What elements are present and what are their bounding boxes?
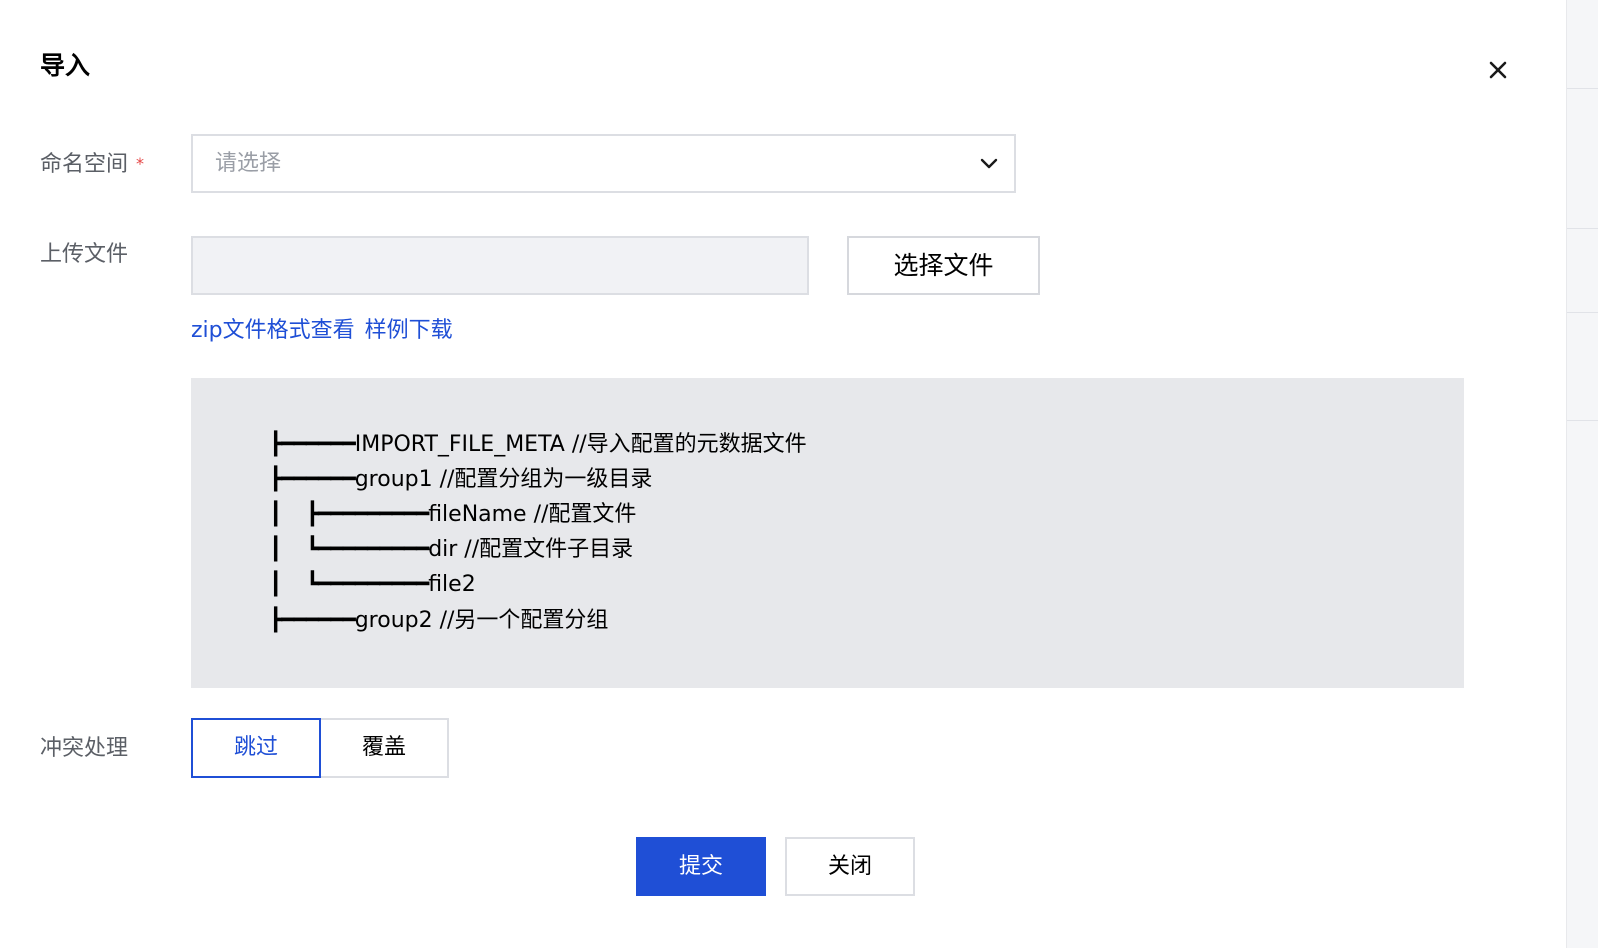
tree-branch-glyph: ┣━━━━━━ bbox=[269, 432, 356, 457]
tree-branch-glyph: ┣━━━━━━ bbox=[269, 467, 356, 492]
namespace-label-row: 命名空间 * bbox=[40, 148, 144, 181]
tree-line: ┃ ┗━━━━━━━━━file2 bbox=[269, 570, 476, 600]
close-dialog-button[interactable]: 关闭 bbox=[785, 837, 915, 896]
tree-line: ┣━━━━━━group1 //配置分组为一级目录 bbox=[269, 465, 652, 495]
edge-divider bbox=[1567, 420, 1598, 421]
tree-branch-glyph: ┃ ┗━━━━━━━━━ bbox=[269, 572, 429, 597]
tree-line-text: dir //配置文件子目录 bbox=[428, 537, 634, 562]
file-path-field bbox=[191, 236, 809, 295]
upload-label: 上传文件 bbox=[40, 242, 129, 267]
tree-line: ┃ ┣━━━━━━━━━fileName //配置文件 bbox=[269, 500, 636, 530]
import-dialog: 导入 命名空间 * 请选择 上传文件 选择文件 zip文件格式查看 样例下载 ┣━━… bbox=[0, 0, 1598, 948]
tree-line: ┣━━━━━━group2 //另一个配置分组 bbox=[269, 606, 608, 636]
choose-file-button[interactable]: 选择文件 bbox=[847, 236, 1040, 295]
tree-branch-glyph: ┣━━━━━━ bbox=[269, 608, 356, 633]
tree-branch-glyph: ┃ ┣━━━━━━━━━ bbox=[269, 502, 429, 527]
dialog-title: 导入 bbox=[40, 51, 91, 80]
close-button[interactable] bbox=[1482, 54, 1514, 86]
tree-line-text: group1 //配置分组为一级目录 bbox=[354, 467, 653, 492]
namespace-label: 命名空间 bbox=[40, 152, 129, 177]
edge-divider bbox=[1567, 312, 1598, 313]
background-scrollbar-edge bbox=[1566, 0, 1598, 948]
submit-button[interactable]: 提交 bbox=[636, 837, 766, 896]
chevron-down-icon bbox=[980, 158, 998, 169]
zip-structure-panel: ┣━━━━━━IMPORT_FILE_META //导入配置的元数据文件 ┣━━… bbox=[191, 378, 1464, 688]
zip-format-link[interactable]: zip文件格式查看 bbox=[191, 318, 355, 343]
tree-line-text: fileName //配置文件 bbox=[428, 502, 637, 527]
skip-option-button[interactable]: 跳过 bbox=[191, 718, 321, 778]
tree-line: ┃ ┗━━━━━━━━━dir //配置文件子目录 bbox=[269, 535, 633, 565]
overwrite-option-button[interactable]: 覆盖 bbox=[319, 718, 449, 778]
tree-line-text: file2 bbox=[428, 572, 476, 597]
sample-download-link[interactable]: 样例下载 bbox=[365, 318, 453, 343]
conflict-segmented-control: 跳过 覆盖 bbox=[191, 718, 449, 778]
edge-divider bbox=[1567, 228, 1598, 229]
required-mark: * bbox=[136, 154, 145, 173]
tree-line-text: IMPORT_FILE_META //导入配置的元数据文件 bbox=[354, 432, 807, 457]
upload-help-links: zip文件格式查看 样例下载 bbox=[191, 314, 453, 348]
edge-divider bbox=[1567, 88, 1598, 89]
tree-branch-glyph: ┃ ┗━━━━━━━━━ bbox=[269, 537, 429, 562]
tree-line: ┣━━━━━━IMPORT_FILE_META //导入配置的元数据文件 bbox=[269, 430, 807, 460]
tree-line-text: group2 //另一个配置分组 bbox=[354, 608, 609, 633]
close-icon bbox=[1489, 61, 1507, 79]
namespace-select[interactable]: 请选择 bbox=[191, 134, 1016, 193]
conflict-label: 冲突处理 bbox=[40, 736, 129, 761]
namespace-select-placeholder: 请选择 bbox=[215, 151, 282, 176]
